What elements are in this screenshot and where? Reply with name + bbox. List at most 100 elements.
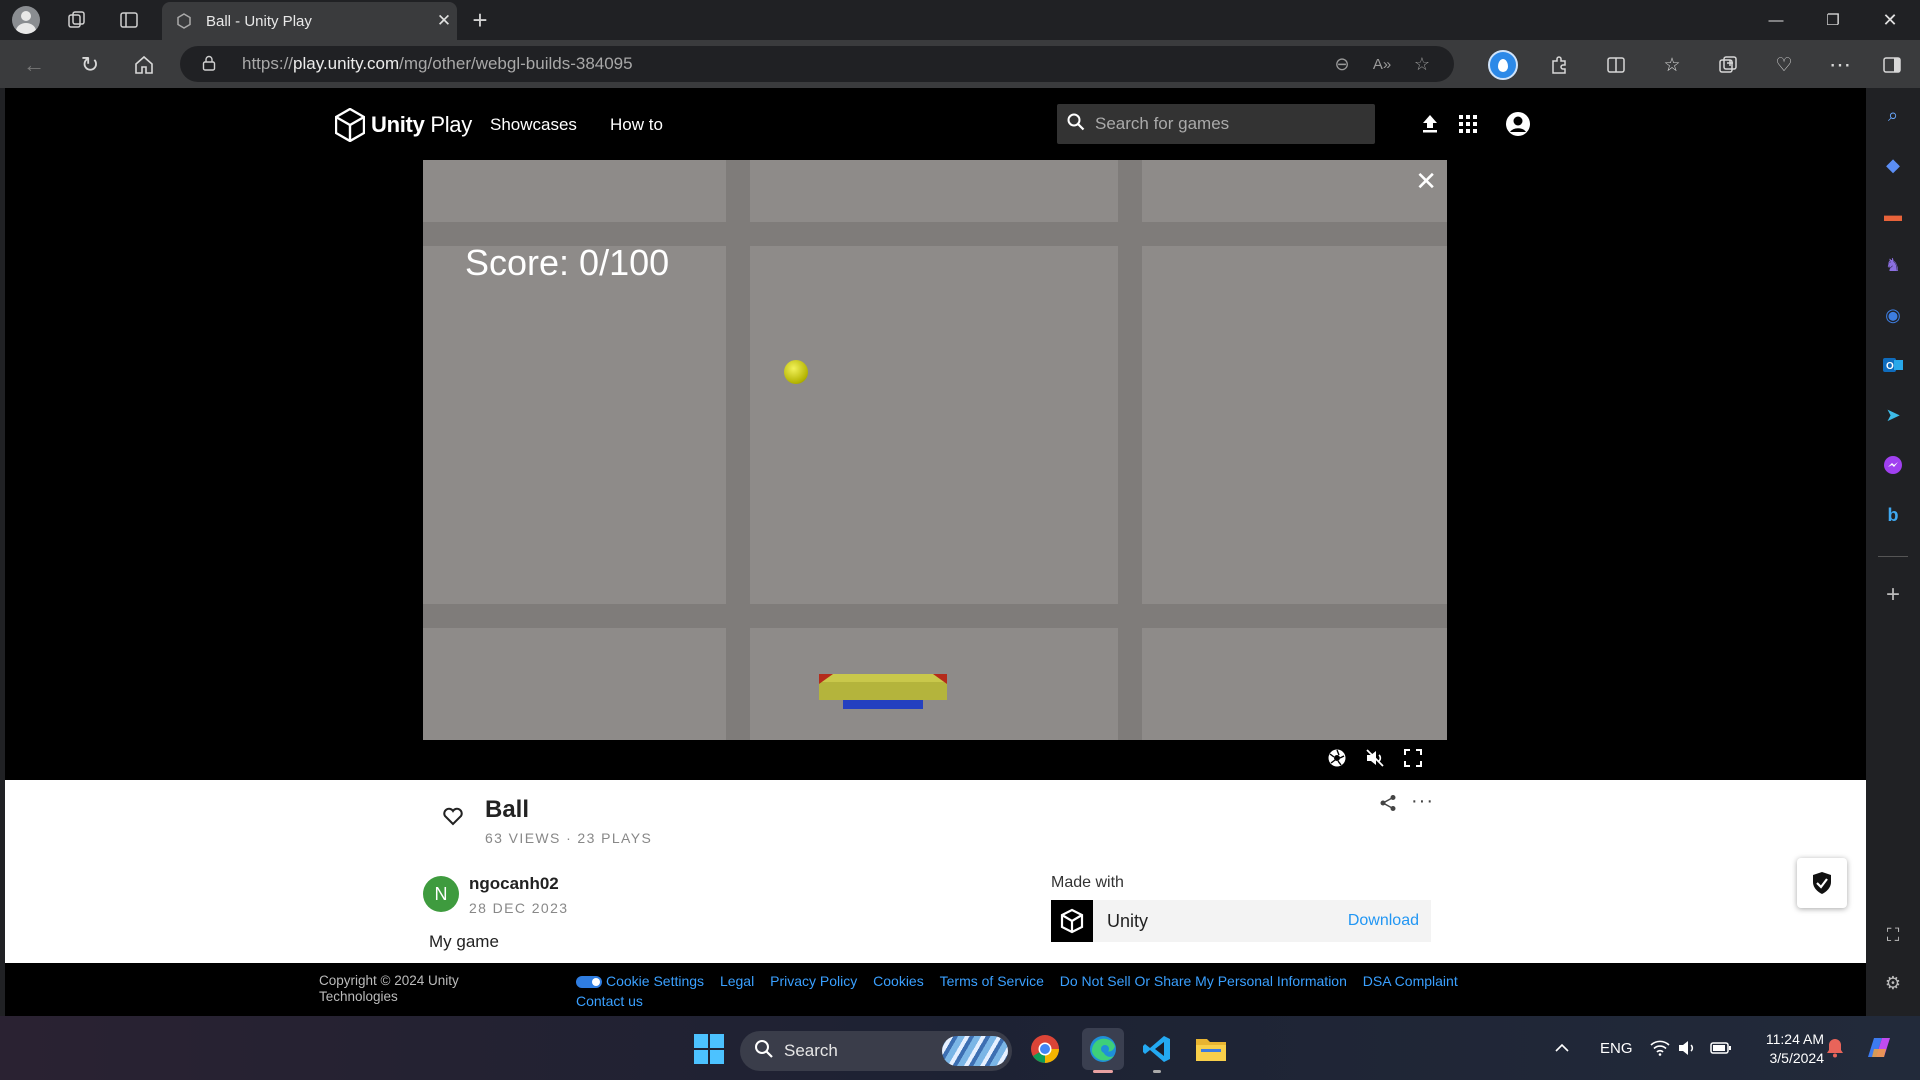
footer-links: Cookie Settings Legal Privacy Policy Coo… — [576, 971, 1506, 1011]
like-heart-icon[interactable] — [441, 804, 467, 830]
sidebar-send-icon[interactable]: ➤ — [1878, 400, 1908, 430]
apps-grid-icon[interactable] — [1454, 110, 1482, 138]
settings-more-icon[interactable]: ⋯ — [1824, 49, 1856, 81]
url-field[interactable]: https://play.unity.com/mg/other/webgl-bu… — [180, 46, 1454, 82]
search-input[interactable]: Search for games — [1057, 104, 1375, 144]
copilot-icon[interactable] — [1864, 1016, 1894, 1080]
made-with-card: Unity Download — [1051, 900, 1431, 942]
search-placeholder: Search for games — [1095, 114, 1230, 133]
cookie-toggle-icon — [576, 976, 602, 989]
sidebar-tools-icon[interactable]: ▬ — [1878, 200, 1908, 230]
nav-showcases[interactable]: Showcases — [490, 115, 577, 135]
restore-icon[interactable]: ❐ — [1805, 0, 1861, 40]
download-link[interactable]: Download — [1348, 912, 1419, 930]
taskbar-search[interactable]: Search — [740, 1031, 1012, 1071]
unity-play-logo[interactable]: Unity Play — [334, 107, 472, 143]
lock-icon[interactable] — [202, 55, 222, 74]
file-explorer-icon[interactable] — [1192, 1030, 1230, 1068]
sidebar-toggle-icon[interactable] — [1876, 49, 1908, 81]
address-bar: ← ↻ https://play.unity.com/mg/other/webg… — [0, 40, 1920, 88]
new-tab-icon[interactable]: + — [465, 5, 495, 35]
sidebar-shopping-icon[interactable]: ◆ — [1878, 150, 1908, 180]
taskbar-clock[interactable]: 11:24 AM 3/5/2024 — [1744, 1030, 1824, 1068]
publish-date: 28 DEC 2023 — [469, 900, 569, 916]
game-close-icon[interactable]: ✕ — [1415, 166, 1437, 197]
extensions-puzzle-icon[interactable] — [1543, 49, 1575, 81]
more-options-icon[interactable]: ··· — [1411, 790, 1434, 813]
volume-icon[interactable] — [1678, 1016, 1698, 1080]
home-icon[interactable] — [128, 49, 160, 81]
footer-link-cookie-settings[interactable]: Cookie Settings — [576, 971, 704, 991]
paddle-base — [843, 700, 923, 709]
fullscreen-icon[interactable] — [1401, 746, 1425, 770]
window-close-icon[interactable]: ✕ — [1862, 0, 1918, 40]
active-tab[interactable]: Ball - Unity Play ✕ — [162, 2, 457, 40]
project-description: My game — [429, 932, 499, 951]
unity-logo-icon — [1051, 900, 1093, 942]
footer-link-privacy-policy[interactable]: Privacy Policy — [770, 971, 857, 991]
footer-link-do-not-sell[interactable]: Do Not Sell Or Share My Personal Informa… — [1060, 971, 1347, 991]
chrome-icon[interactable] — [1026, 1030, 1064, 1068]
footer-link-contact[interactable]: Contact us — [576, 991, 643, 1011]
tab-close-icon[interactable]: ✕ — [431, 11, 457, 31]
search-icon — [1067, 113, 1087, 136]
clock-date: 3/5/2024 — [1769, 1050, 1825, 1066]
collections-icon[interactable] — [1712, 49, 1744, 81]
zoom-out-icon[interactable]: ⊖ — [1322, 54, 1362, 75]
unity-cube-icon — [334, 107, 366, 143]
favorite-star-icon[interactable]: ☆ — [1402, 54, 1442, 75]
sidebar-messenger-icon[interactable] — [1878, 450, 1908, 480]
upload-icon[interactable] — [1416, 110, 1444, 138]
taskbar-search-icon — [754, 1039, 774, 1064]
svg-text:O: O — [1886, 361, 1894, 372]
start-windows-icon[interactable] — [690, 1030, 728, 1068]
unity-play-hero: Unity Play Showcases How to Search for g… — [5, 88, 1866, 780]
creator-avatar[interactable]: N — [423, 876, 459, 912]
extension-drop-icon[interactable] — [1487, 49, 1519, 81]
sidebar-settings-icon[interactable]: ⚙ — [1878, 968, 1908, 998]
browser-essentials-icon[interactable]: ♡ — [1768, 49, 1800, 81]
favorites-list-icon[interactable]: ☆ — [1656, 49, 1688, 81]
language-indicator[interactable]: ENG — [1600, 1016, 1633, 1080]
footer-link-terms[interactable]: Terms of Service — [940, 971, 1044, 991]
game-canvas[interactable]: Score: 0/100 ✕ — [423, 160, 1447, 740]
creator-name[interactable]: ngocanh02 — [469, 874, 559, 894]
taskbar-search-label: Search — [784, 1041, 838, 1060]
sidebar-bing-icon[interactable]: b — [1878, 500, 1908, 530]
sidebar-add-icon[interactable]: + — [1878, 580, 1908, 610]
vertical-tabs-icon[interactable] — [114, 5, 144, 35]
wifi-icon[interactable] — [1650, 1016, 1670, 1080]
edge-icon[interactable] — [1082, 1028, 1124, 1070]
footer-link-dsa[interactable]: DSA Complaint — [1363, 971, 1458, 991]
vscode-icon[interactable] — [1138, 1030, 1176, 1068]
privacy-shield-icon[interactable] — [1797, 858, 1847, 908]
mute-icon[interactable] — [1363, 746, 1387, 770]
footer-link-legal[interactable]: Legal — [720, 971, 754, 991]
sidebar-outlook-icon[interactable]: O — [1878, 350, 1908, 380]
screenshot-aperture-icon[interactable] — [1325, 746, 1349, 770]
tray-overflow-icon[interactable] — [1554, 1016, 1570, 1080]
back-icon[interactable]: ← — [18, 49, 50, 81]
share-icon[interactable] — [1379, 794, 1401, 816]
profile-avatar-icon[interactable] — [11, 5, 41, 35]
tab-title: Ball - Unity Play — [206, 12, 312, 30]
account-icon[interactable] — [1504, 110, 1532, 138]
notification-bell-icon[interactable] — [1826, 1016, 1844, 1080]
search-highlight-image — [942, 1036, 1008, 1066]
sidebar-search-icon[interactable]: ⌕ — [1878, 100, 1908, 130]
minimize-icon[interactable]: — — [1748, 0, 1804, 40]
footer-link-cookies[interactable]: Cookies — [873, 971, 924, 991]
sidebar-screenshot-icon[interactable]: ⛶ — [1878, 920, 1908, 950]
project-stats: 63 VIEWS · 23 PLAYS — [485, 830, 653, 846]
game-ball — [784, 360, 808, 384]
sidebar-office-icon[interactable]: ◉ — [1878, 300, 1908, 330]
logo-text: Unity Play — [371, 112, 472, 137]
workspaces-icon[interactable] — [62, 5, 92, 35]
refresh-icon[interactable]: ↻ — [74, 49, 106, 81]
nav-how-to[interactable]: How to — [610, 115, 663, 135]
sidebar-games-icon[interactable]: ♞ — [1878, 250, 1908, 280]
battery-icon[interactable] — [1710, 1016, 1732, 1080]
score-text: Score: 0/100 — [465, 242, 670, 283]
read-aloud-icon[interactable]: A» — [1362, 56, 1402, 73]
split-screen-icon[interactable] — [1600, 49, 1632, 81]
